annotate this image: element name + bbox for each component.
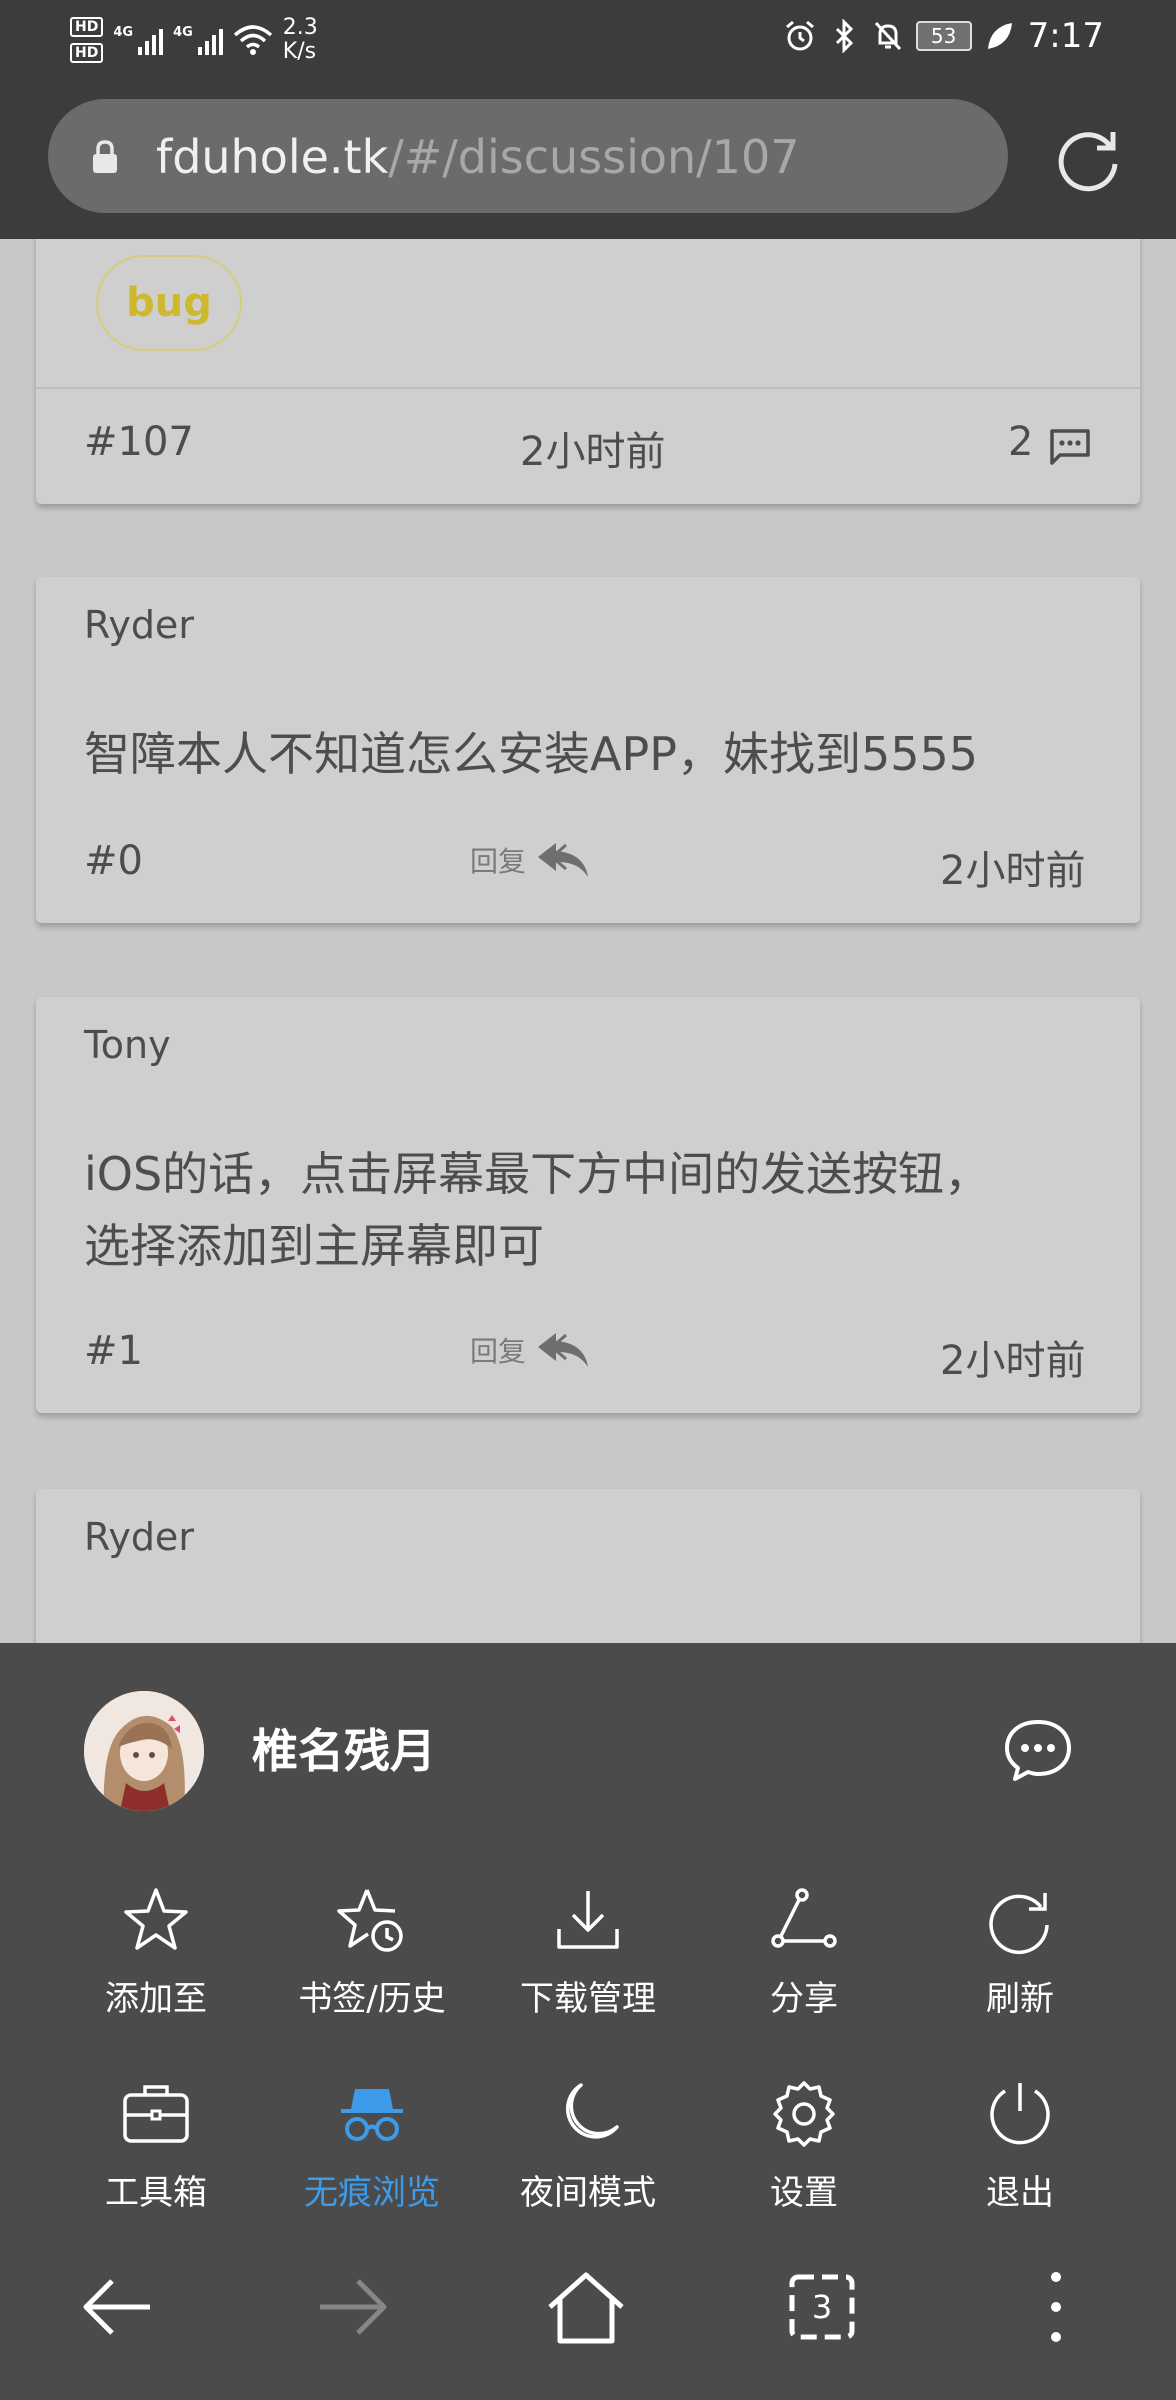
bluetooth-icon: [835, 19, 853, 53]
menu-item-night-mode[interactable]: 夜间模式: [480, 2077, 696, 2213]
reply-label: 回复: [470, 845, 527, 878]
reply-count: 2: [1008, 419, 1034, 465]
power-icon: [990, 2083, 1050, 2145]
post-body-line: 选择添加到主屏幕即可: [84, 1219, 544, 1273]
reply-icon: [538, 843, 589, 877]
menu-item-label: 刷新: [986, 1979, 1054, 2019]
menu-item-toolbox[interactable]: 工具箱: [48, 2077, 264, 2213]
settings-icon: [773, 2081, 835, 2147]
status-bar: HD HD 4G 4G 2.3 K/s 53 7:17: [0, 0, 1176, 95]
post-body-line: iOS的话，点击屏幕最下方中间的发送按钮，: [84, 1147, 991, 1201]
post-body: iOS的话，点击屏幕最下方中间的发送按钮， 选择添加到主屏幕即可: [84, 1138, 1084, 1282]
menu-item-label: 夜间模式: [520, 2173, 656, 2213]
menu-item-bookmarks-history[interactable]: 书签/历史: [264, 1883, 480, 2019]
menu-item-exit[interactable]: 退出: [912, 2077, 1128, 2213]
clock: 7:17: [1027, 16, 1104, 56]
reply-button[interactable]: 回复: [470, 837, 592, 883]
post-time: 2小时前: [940, 848, 1086, 894]
bottom-nav: 3: [0, 2257, 1176, 2357]
post-author: Ryder: [84, 603, 194, 647]
menu-item-label: 分享: [770, 1979, 838, 2019]
network-speed: 2.3 K/s: [282, 15, 318, 64]
browser-menu-sheet: 椎名残月 添加至 书签/历史 下载管理 分享 刷新 工具箱 无痕浏览 夜间模式 …: [0, 1643, 1176, 2400]
url-path: /#/discussion/107: [388, 130, 800, 184]
menu-item-label: 书签/历史: [298, 1979, 446, 2019]
leaf-icon: [987, 23, 1012, 49]
menu-item-refresh[interactable]: 刷新: [912, 1883, 1128, 2019]
refresh-icon: [989, 1893, 1049, 1955]
reply-icon: [538, 1333, 589, 1367]
post-body-line: 智障本人不知道怎么安装APP，妹找到5555: [84, 727, 979, 781]
menu-item-add[interactable]: 添加至: [48, 1883, 264, 2019]
url-text[interactable]: fduhole.tk/#/discussion/107: [156, 129, 799, 185]
menu-item-share[interactable]: 分享: [696, 1883, 912, 2019]
divider: [36, 387, 1140, 389]
menu-item-label: 下载管理: [520, 1979, 656, 2019]
forward-icon[interactable]: [302, 2257, 402, 2357]
url-host: fduhole.tk: [156, 130, 389, 184]
post-card[interactable]: Ryder: [36, 1489, 1140, 1643]
alarm-icon: [785, 20, 814, 51]
reload-icon[interactable]: [1055, 124, 1125, 194]
username[interactable]: 椎名残月: [252, 1721, 436, 1781]
post-author: Ryder: [84, 1515, 194, 1559]
post-card[interactable]: Tony iOS的话，点击屏幕最下方中间的发送按钮， 选择添加到主屏幕即可 #1…: [36, 997, 1140, 1413]
avatar-image: [84, 1691, 204, 1811]
menu-item-incognito[interactable]: 无痕浏览: [264, 2077, 480, 2213]
signal-icon: 4G: [113, 25, 164, 55]
share-icon: [771, 1888, 837, 1948]
menu-item-label: 退出: [986, 2173, 1054, 2213]
post-card[interactable]: Ryder 智障本人不知道怎么安装APP，妹找到5555 #0 回复 2小时前: [36, 577, 1140, 923]
back-icon[interactable]: [68, 2257, 168, 2357]
tag-chip[interactable]: bug: [96, 255, 242, 351]
lock-icon: [93, 140, 117, 173]
address-bar[interactable]: fduhole.tk/#/discussion/107: [48, 99, 1008, 213]
message-icon[interactable]: [1002, 1717, 1074, 1783]
post-time: 2小时前: [940, 1338, 1086, 1384]
menu-item-label: 无痕浏览: [304, 2173, 440, 2213]
discussion-card[interactable]: bug #107 2小时前 2: [36, 239, 1140, 504]
reply-button[interactable]: 回复: [470, 1327, 592, 1373]
mute-icon: [874, 21, 901, 51]
post-body: 智障本人不知道怎么安装APP，妹找到5555: [84, 718, 1084, 790]
moon-icon: [566, 2083, 619, 2139]
signal-icon: 4G: [173, 25, 223, 55]
menu-item-settings[interactable]: 设置: [696, 2077, 912, 2213]
home-icon[interactable]: [536, 2257, 636, 2357]
menu-item-downloads[interactable]: 下载管理: [480, 1883, 696, 2019]
menu-item-label: 设置: [770, 2173, 838, 2213]
download-icon: [557, 1891, 619, 1949]
avatar[interactable]: [84, 1691, 204, 1811]
bookmark-history-icon: [337, 1889, 403, 1952]
more-icon[interactable]: [1006, 2257, 1106, 2357]
menu-item-label: 添加至: [105, 1979, 207, 2019]
wifi-icon: [233, 25, 272, 55]
comment-icon: [1050, 429, 1090, 465]
toolbox-icon: [123, 2085, 189, 2143]
star-icon: [124, 1888, 188, 1950]
browser-toolbar: fduhole.tk/#/discussion/107: [0, 95, 1176, 239]
reply-label: 回复: [470, 1335, 527, 1368]
hd-badge: HD: [70, 17, 104, 37]
discussion-time: 2小时前: [520, 429, 666, 475]
menu-item-label: 工具箱: [105, 2173, 207, 2213]
incognito-icon: [341, 2089, 403, 2141]
tabs-button[interactable]: 3: [772, 2257, 872, 2357]
hd-badge: HD: [70, 43, 104, 63]
discussion-id: #107: [84, 419, 194, 465]
battery-icon: 53: [915, 21, 972, 51]
tab-count: 3: [811, 2288, 833, 2326]
post-floor: #1: [84, 1328, 143, 1374]
post-author: Tony: [84, 1023, 171, 1067]
discussion-content: bug #107 2小时前 2 Ryder 智障本人不知道怎么安装APP，妹找到…: [0, 239, 1176, 1643]
post-floor: #0: [84, 838, 143, 884]
